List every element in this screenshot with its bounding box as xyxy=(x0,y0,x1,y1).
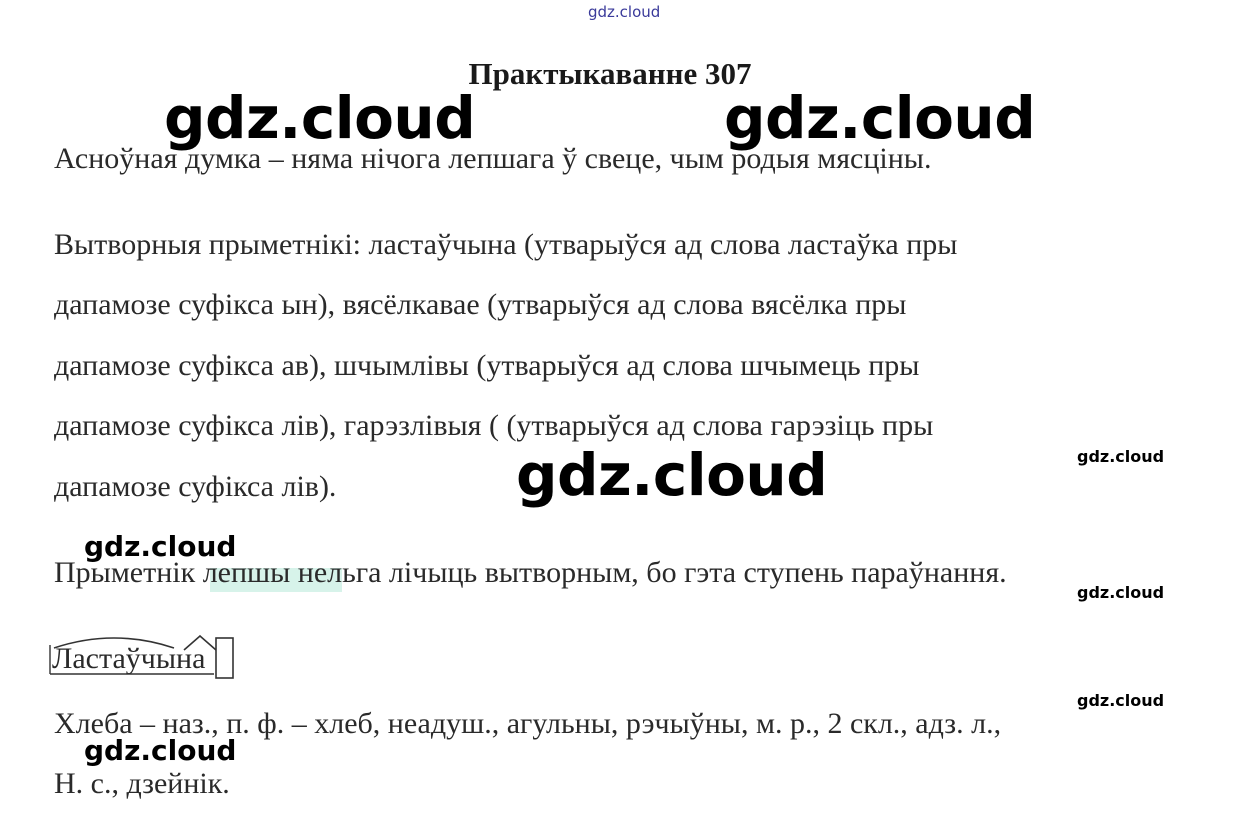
derived-adjectives-line-3: дапамозе суфікса ав), шчымлівы (утварыўс… xyxy=(54,349,920,382)
watermark-medium-left-2: gdz.cloud xyxy=(84,734,237,767)
morpheme-analysis: Ластаўчына xyxy=(48,628,288,684)
ending-box xyxy=(215,637,234,679)
derived-adjectives-line-1: Вытворныя прыметнікі: ластаўчына (утвары… xyxy=(54,228,958,261)
derived-adjectives-line-4: дапамозе суфікса лів), гарэзлівыя ( (утв… xyxy=(54,409,934,442)
watermark-small-right-1: gdz.cloud xyxy=(1077,447,1165,466)
comparative-line: Прыметнік лепшы нельга лічыць вытворным,… xyxy=(54,556,1007,589)
root-arc xyxy=(53,637,175,649)
derived-adjectives-line-5: дапамозе суфікса лів). xyxy=(54,470,337,503)
morpheme-marks xyxy=(49,634,234,679)
watermark-top: gdz.cloud xyxy=(588,3,661,21)
noun-parse-line-2: Н. с., дзейнік. xyxy=(54,767,230,800)
watermark-large-center: gdz.cloud xyxy=(516,441,828,509)
suffix-caret xyxy=(183,634,217,651)
watermark-small-right-3: gdz.cloud xyxy=(1077,691,1165,710)
main-idea-line: Асноўная думка – няма нічога лепшага ў с… xyxy=(54,142,932,175)
derived-adjectives-line-2: дапамозе суфікса ын), вясёлкавае (утвары… xyxy=(54,288,907,321)
watermark-small-right-2: gdz.cloud xyxy=(1077,583,1165,602)
